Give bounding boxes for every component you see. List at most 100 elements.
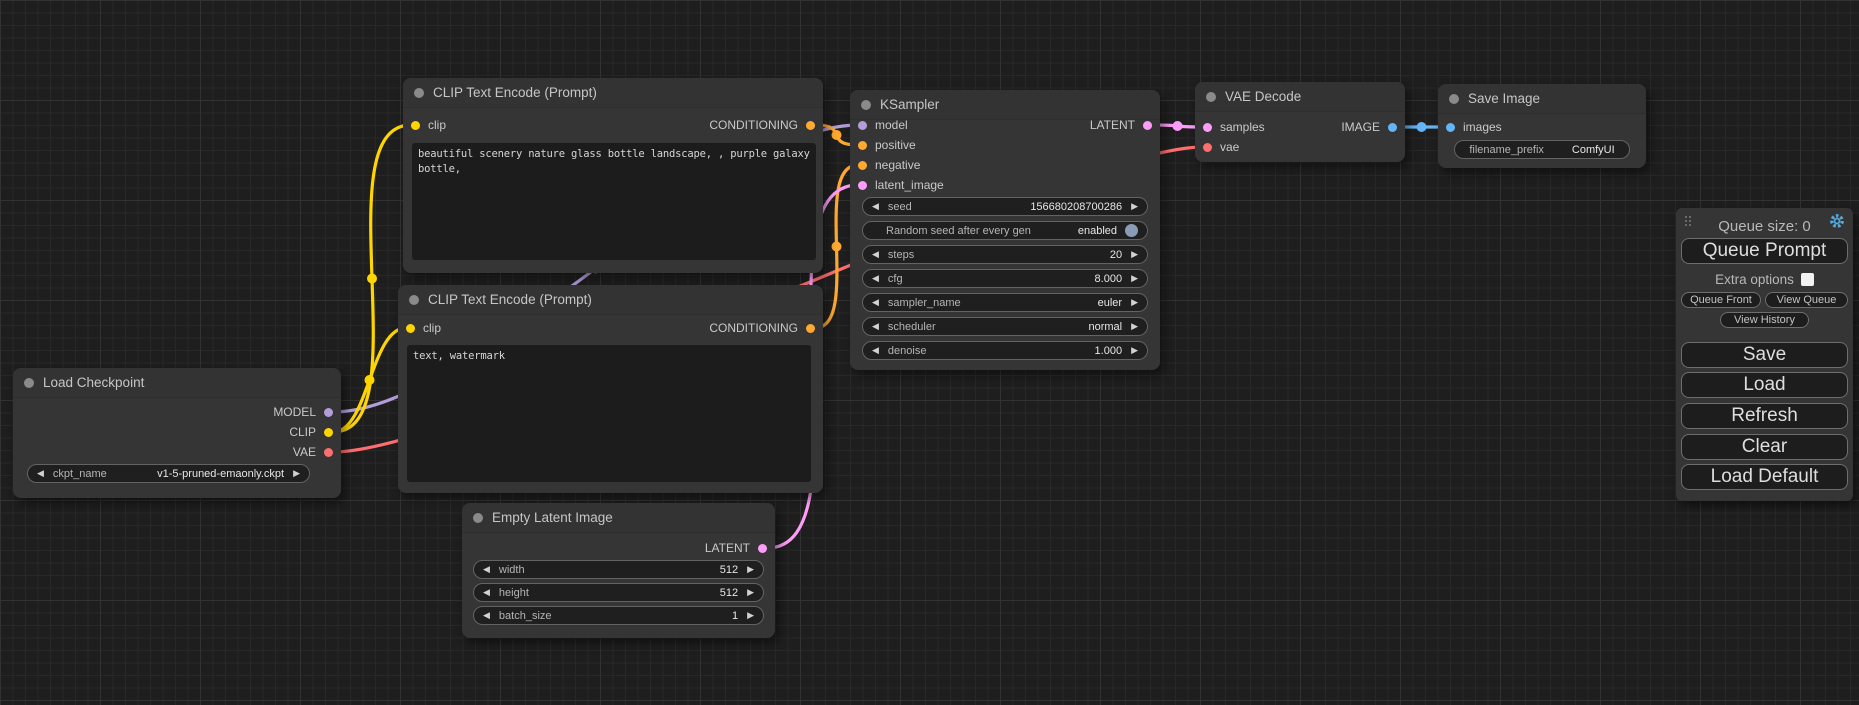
increment-arrow-icon[interactable]: ▶ — [747, 565, 754, 574]
decrement-arrow-icon[interactable]: ◀ — [872, 346, 879, 355]
clip-wire-positive-midpoint-dot[interactable] — [367, 274, 377, 284]
node-empty-latent-image[interactable]: Empty Latent Image LATENT ◀ width 512 ▶ … — [462, 503, 775, 638]
node-title-bar[interactable]: Empty Latent Image — [462, 503, 775, 533]
decrement-arrow-icon[interactable]: ◀ — [872, 274, 879, 283]
collapse-dot-icon[interactable] — [414, 88, 424, 98]
decrement-arrow-icon[interactable]: ◀ — [872, 322, 879, 331]
node-clip-text-encode-negative[interactable]: CLIP Text Encode (Prompt) clip CONDITION… — [398, 285, 823, 493]
latent-port-icon[interactable] — [858, 181, 867, 190]
input-model[interactable]: model — [853, 115, 908, 135]
comfyui-canvas[interactable]: { "icons": {"decrement":"◀","increment":… — [0, 0, 1859, 705]
decrement-arrow-icon[interactable]: ◀ — [872, 202, 879, 211]
decrement-arrow-icon[interactable]: ◀ — [872, 298, 879, 307]
vae-port-icon[interactable] — [1203, 143, 1212, 152]
widget-seed[interactable]: ◀ seed 156680208700286 ▶ — [862, 197, 1148, 216]
increment-arrow-icon[interactable]: ▶ — [1131, 202, 1138, 211]
node-vae-decode[interactable]: VAE Decode samples vae IMAGE — [1195, 82, 1405, 162]
collapse-dot-icon[interactable] — [409, 295, 419, 305]
increment-arrow-icon[interactable]: ▶ — [1131, 346, 1138, 355]
node-title-bar[interactable]: Save Image — [1438, 84, 1646, 114]
ksampler-latent-wire-midpoint-dot[interactable] — [1173, 121, 1183, 131]
collapse-dot-icon[interactable] — [1449, 94, 1459, 104]
increment-arrow-icon[interactable]: ▶ — [747, 611, 754, 620]
clip-wire-negative-midpoint-dot[interactable] — [365, 375, 375, 385]
collapse-dot-icon[interactable] — [473, 513, 483, 523]
vae-port-icon[interactable] — [324, 448, 333, 457]
node-title-bar[interactable]: CLIP Text Encode (Prompt) — [403, 78, 823, 108]
widget-random-seed-toggle[interactable]: Random seed after every gen enabled — [862, 221, 1148, 240]
node-ksampler[interactable]: KSampler model positive negative latent_… — [850, 90, 1160, 370]
widget-width[interactable]: ◀ width 512 ▶ — [473, 560, 764, 579]
refresh-button[interactable]: Refresh — [1681, 403, 1848, 429]
extra-options-checkbox[interactable] — [1801, 273, 1814, 286]
view-history-button[interactable]: View History — [1720, 312, 1809, 328]
output-model[interactable]: MODEL — [273, 402, 338, 422]
input-latent-image[interactable]: latent_image — [853, 175, 944, 195]
widget-denoise[interactable]: ◀ denoise 1.000 ▶ — [862, 341, 1148, 360]
settings-gear-icon[interactable] — [1828, 212, 1846, 230]
output-conditioning[interactable]: CONDITIONING — [709, 115, 820, 135]
input-clip[interactable]: clip — [401, 318, 441, 338]
collapse-dot-icon[interactable] — [861, 100, 871, 110]
widget-scheduler[interactable]: ◀ scheduler normal ▶ — [862, 317, 1148, 336]
queue-front-button[interactable]: Queue Front — [1681, 292, 1761, 308]
conditioning-positive-wire-midpoint-dot[interactable] — [832, 130, 842, 140]
collapse-dot-icon[interactable] — [1206, 92, 1216, 102]
widget-height[interactable]: ◀ height 512 ▶ — [473, 583, 764, 602]
decrement-arrow-icon[interactable]: ◀ — [37, 469, 44, 478]
widget-cfg[interactable]: ◀ cfg 8.000 ▶ — [862, 269, 1148, 288]
image-wire-midpoint-dot[interactable] — [1417, 122, 1427, 132]
conditioning-port-icon[interactable] — [806, 121, 815, 130]
latent-port-icon[interactable] — [1203, 123, 1212, 132]
node-clip-text-encode-positive[interactable]: CLIP Text Encode (Prompt) clip CONDITION… — [403, 78, 823, 273]
node-title-bar[interactable]: Load Checkpoint — [13, 368, 341, 398]
widget-filename-prefix[interactable]: filename_prefix ComfyUI — [1454, 140, 1630, 159]
node-load-checkpoint[interactable]: Load Checkpoint MODEL CLIP VAE ◀ ckpt_na… — [13, 368, 341, 498]
clip-port-icon[interactable] — [411, 121, 420, 130]
output-conditioning[interactable]: CONDITIONING — [709, 318, 820, 338]
increment-arrow-icon[interactable]: ▶ — [1131, 250, 1138, 259]
conditioning-port-icon[interactable] — [858, 161, 867, 170]
input-samples[interactable]: samples — [1198, 117, 1265, 137]
load-default-button[interactable]: Load Default — [1681, 464, 1848, 490]
decrement-arrow-icon[interactable]: ◀ — [483, 565, 490, 574]
increment-arrow-icon[interactable]: ▶ — [293, 469, 300, 478]
conditioning-port-icon[interactable] — [858, 141, 867, 150]
clip-port-icon[interactable] — [406, 324, 415, 333]
node-title-bar[interactable]: VAE Decode — [1195, 82, 1405, 112]
widget-ckpt-name[interactable]: ◀ ckpt_name v1-5-pruned-emaonly.ckpt ▶ — [27, 464, 310, 483]
input-clip[interactable]: clip — [406, 115, 446, 135]
increment-arrow-icon[interactable]: ▶ — [1131, 274, 1138, 283]
increment-arrow-icon[interactable]: ▶ — [1131, 322, 1138, 331]
save-button[interactable]: Save — [1681, 342, 1848, 368]
conditioning-negative-wire-midpoint-dot[interactable] — [832, 242, 842, 252]
latent-port-icon[interactable] — [758, 544, 767, 553]
input-negative[interactable]: negative — [853, 155, 920, 175]
model-port-icon[interactable] — [858, 121, 867, 130]
output-clip[interactable]: CLIP — [289, 422, 338, 442]
collapse-dot-icon[interactable] — [24, 378, 34, 388]
input-images[interactable]: images — [1441, 117, 1502, 137]
load-button[interactable]: Load — [1681, 372, 1848, 398]
decrement-arrow-icon[interactable]: ◀ — [483, 611, 490, 620]
increment-arrow-icon[interactable]: ▶ — [747, 588, 754, 597]
output-vae[interactable]: VAE — [293, 442, 338, 462]
decrement-arrow-icon[interactable]: ◀ — [872, 250, 879, 259]
widget-batch-size[interactable]: ◀ batch_size 1 ▶ — [473, 606, 764, 625]
queue-prompt-button[interactable]: Queue Prompt — [1681, 238, 1848, 264]
model-port-icon[interactable] — [324, 408, 333, 417]
clear-button[interactable]: Clear — [1681, 434, 1848, 460]
prompt-textarea[interactable]: text, watermark — [407, 345, 811, 482]
node-title-bar[interactable]: CLIP Text Encode (Prompt) — [398, 285, 823, 315]
latent-port-icon[interactable] — [1143, 121, 1152, 130]
conditioning-port-icon[interactable] — [806, 324, 815, 333]
output-latent[interactable]: LATENT — [705, 538, 772, 558]
prompt-textarea[interactable]: beautiful scenery nature glass bottle la… — [412, 143, 816, 260]
widget-steps[interactable]: ◀ steps 20 ▶ — [862, 245, 1148, 264]
increment-arrow-icon[interactable]: ▶ — [1131, 298, 1138, 307]
node-save-image[interactable]: Save Image images filename_prefix ComfyU… — [1438, 84, 1646, 168]
output-image[interactable]: IMAGE — [1341, 117, 1402, 137]
output-latent[interactable]: LATENT — [1090, 115, 1157, 135]
image-port-icon[interactable] — [1388, 123, 1397, 132]
clip-port-icon[interactable] — [324, 428, 333, 437]
